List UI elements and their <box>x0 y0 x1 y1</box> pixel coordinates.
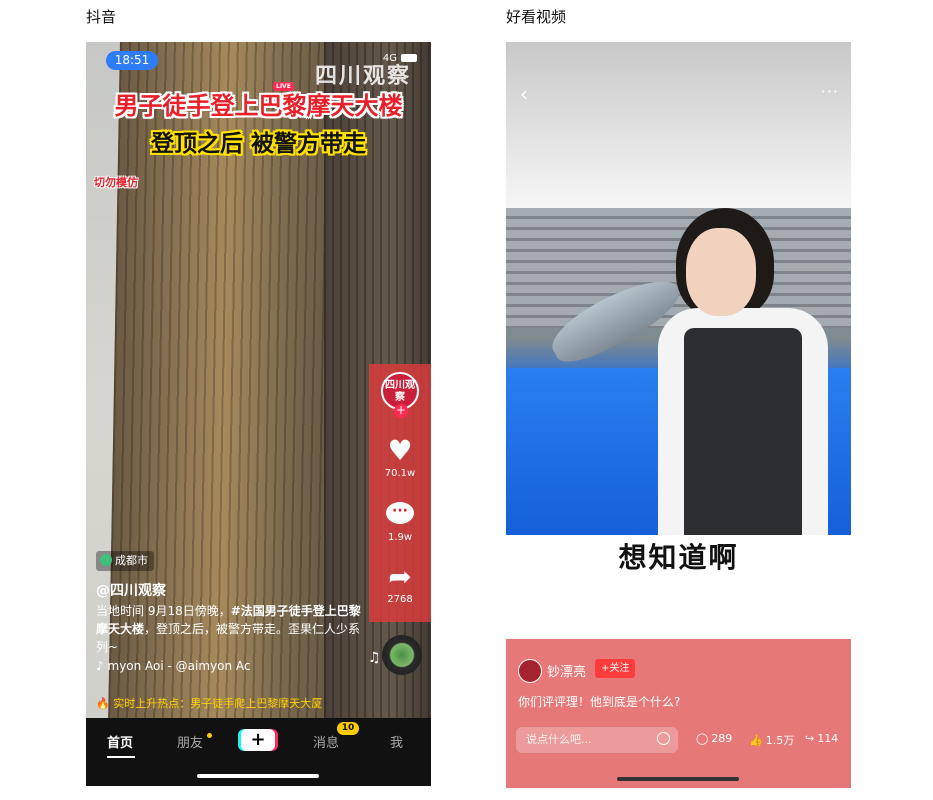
home-indicator[interactable] <box>617 777 739 781</box>
music-title: myon Aoi - @aimyon Ac <box>107 659 251 673</box>
tab-me[interactable]: 我 <box>390 732 403 751</box>
comment-button[interactable]: ··· 1.9w <box>369 502 431 543</box>
comment-icon: ◯ <box>696 732 709 745</box>
emoji-icon[interactable] <box>657 732 670 745</box>
share-count: 114 <box>817 732 839 745</box>
follow-button[interactable]: +关注 <box>595 659 636 678</box>
follow-plus-button[interactable]: + <box>394 404 408 418</box>
thumbs-up-icon: 👍 <box>749 734 763 747</box>
messages-badge: 10 <box>337 722 359 735</box>
share-stat[interactable]: ↪ 114 <box>805 732 838 745</box>
action-sidebar: 四川观察 + ♥ 70.1w ··· 1.9w ➦ 2768 <box>369 364 431 622</box>
user-avatar[interactable] <box>518 659 542 683</box>
heart-icon: ♥ <box>387 434 413 467</box>
tab-home[interactable]: 首页 <box>107 732 133 751</box>
share-button[interactable]: ➦ 2768 <box>369 560 431 606</box>
comment-stat[interactable]: ◯ 289 <box>696 732 732 745</box>
share-count: 2768 <box>387 594 413 605</box>
music-ticker[interactable]: ♪ myon Aoi - @aimyon Ac <box>96 659 251 673</box>
headline-line2: 登顶之后 被警方带走 <box>150 131 366 157</box>
username[interactable]: 钞漂亮 <box>547 661 586 680</box>
tab-messages[interactable]: 消息 <box>313 732 339 751</box>
share-arrow-icon: ➦ <box>388 560 412 593</box>
girl-apron <box>684 328 802 535</box>
music-disc[interactable] <box>382 635 422 675</box>
haokan-screen: ‹ ··· 想知道啊 钞漂亮 +关注 你们评评理！他到底是个什么? 说点什么吧.… <box>506 42 851 788</box>
more-dots-icon[interactable]: ··· <box>821 82 839 101</box>
active-tab-indicator <box>107 756 135 758</box>
haokan-caption: 好看视频 <box>506 8 567 26</box>
location-label: 成都市 <box>115 554 148 567</box>
douyin-caption: 抖音 <box>86 8 117 26</box>
headline-line1: 男子徒手登上巴黎摩天大楼 <box>114 92 403 120</box>
video-subtitle: 想知道啊 <box>618 541 739 574</box>
floating-note-icon: ♫ <box>368 650 381 666</box>
like-count: 1.5万 <box>765 734 795 747</box>
home-indicator[interactable] <box>197 774 319 778</box>
like-button[interactable]: ♥ 70.1w <box>369 434 431 480</box>
video-title: 你们评评理！他到底是个什么? <box>518 695 681 709</box>
douyin-screen: 18:51 4G 四川观察 LIVE 男子徒手登上巴黎摩天大楼 登顶之后 被警方… <box>86 42 431 786</box>
author-handle[interactable]: @四川观察 <box>96 580 166 600</box>
hot-topic-text: 实时上升热点：男子徒手爬上巴黎摩天大厦 <box>113 697 323 710</box>
like-stat[interactable]: 👍 1.5万 <box>749 732 794 748</box>
comment-count: 1.9w <box>387 532 413 543</box>
create-button[interactable]: + <box>241 729 275 751</box>
back-chevron-icon[interactable]: ‹ <box>520 82 528 106</box>
description-prefix: 当地时间 9月18日傍晚， <box>96 604 231 618</box>
comment-input[interactable]: 说点什么吧... <box>516 727 678 753</box>
info-panel: 钞漂亮 +关注 你们评评理！他到底是个什么? 说点什么吧... ◯ 289 👍 1.… <box>506 639 851 788</box>
video-description: 当地时间 9月18日傍晚，#法国男子徒手登上巴黎摩天大楼，登顶之后，被警方带走。… <box>96 602 361 656</box>
comment-bubble-icon: ··· <box>386 502 414 524</box>
comment-placeholder: 说点什么吧... <box>526 733 592 746</box>
like-count: 70.1w <box>384 468 416 479</box>
hot-topic-bar[interactable]: 🔥 实时上升热点：男子徒手爬上巴黎摩天大厦 <box>96 695 322 711</box>
girl-face <box>686 228 756 316</box>
video-frame[interactable] <box>506 208 851 535</box>
status-time: 18:51 <box>106 51 158 70</box>
comment-count: 289 <box>711 732 733 745</box>
warning-text: 切勿模仿 <box>94 176 138 189</box>
music-note-icon: ♪ <box>96 659 104 673</box>
location-pin-icon <box>100 554 112 566</box>
share-icon: ↪ <box>805 732 815 745</box>
friends-dot-badge <box>207 733 212 738</box>
fire-icon: 🔥 <box>96 697 110 710</box>
location-tag[interactable]: 成都市 <box>96 551 154 571</box>
tab-friends[interactable]: 朋友 <box>177 732 203 751</box>
